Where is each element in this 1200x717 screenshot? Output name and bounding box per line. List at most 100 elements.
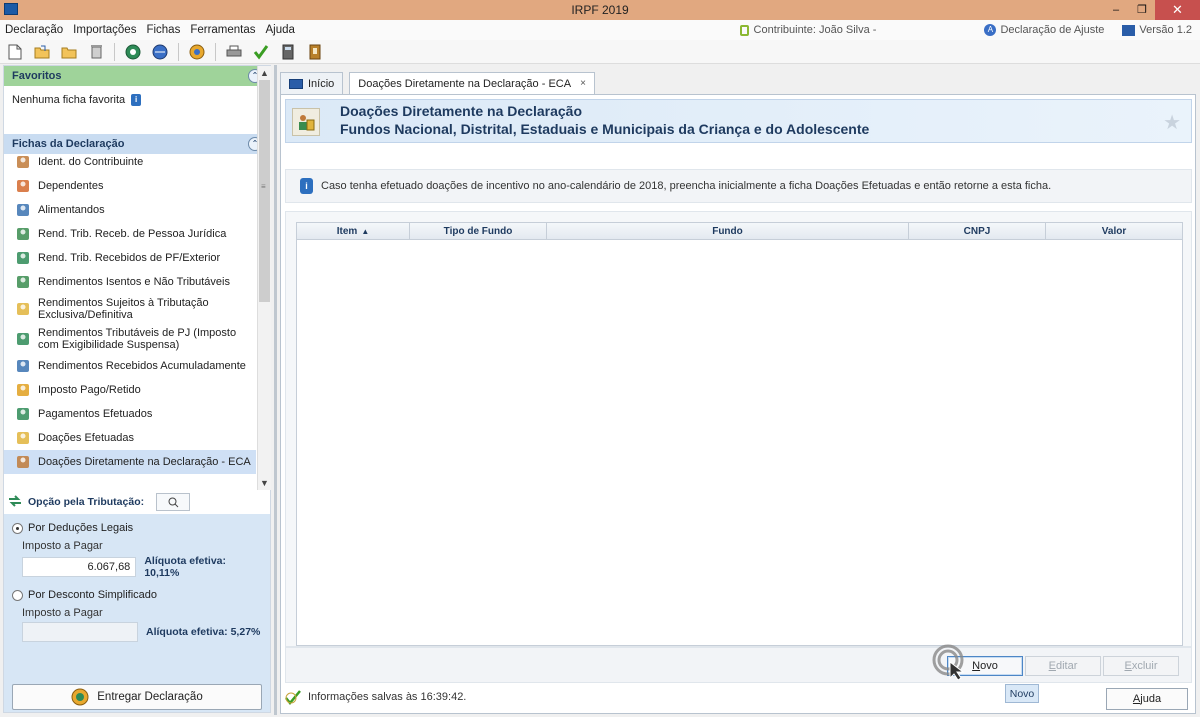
ficha-item[interactable]: Rendimentos Tributáveis de PJ (Imposto c… [4,324,256,354]
toolbar-separator [114,42,115,61]
deducoes-imposto-value: 6.067,68 [22,557,137,577]
eca-donation-icon [14,453,32,471]
ficha-item[interactable]: Rend. Trib. Recebidos de PF/Exterior [4,246,256,270]
favorite-star-icon[interactable]: ★ [1163,110,1181,135]
ficha-label: Alimentandos [38,204,105,216]
toolbar-separator [215,42,216,61]
scroll-up-icon[interactable]: ▲ [258,66,271,80]
window-title: IRPF 2019 [571,3,629,17]
scroll-thumb[interactable] [259,80,270,302]
action-buttons: Novo Editar Excluir [285,647,1192,683]
close-icon[interactable]: ✕ [1155,0,1200,20]
panel-splitter[interactable] [274,65,277,715]
favoritos-empty: Nenhuma ficha favorita [12,94,126,106]
globe-send-icon [71,688,89,706]
printer-icon[interactable] [225,43,243,61]
tab-close-icon[interactable]: × [580,78,586,89]
simplificado-imposto-label: Imposto a Pagar [22,607,103,619]
favoritos-header[interactable]: Favoritos ⌃ [4,66,270,86]
tab-strip: Início Doações Diretamente na Declaração… [280,72,601,94]
new-file-icon[interactable] [6,43,24,61]
minimize-icon[interactable]: – [1103,0,1129,20]
novo-label: Novo [972,660,998,672]
folder-icon[interactable] [60,43,78,61]
ficha-label: Rendimentos Tributáveis de PJ (Imposto c… [38,327,237,351]
tributacao-search-button[interactable] [156,493,191,511]
ficha-item[interactable]: Rendimentos Recebidos Acumuladamente [4,354,256,378]
tax-paid-icon [14,381,32,399]
sidebar-scrollbar[interactable]: ▲ ≡ ▼ [257,66,271,490]
declaracao-label: Declaração de Ajuste [1000,23,1105,36]
col-tipo-fundo[interactable]: Tipo de Fundo [410,223,547,239]
ficha-label: Rendimentos Sujeitos à Tributação Exclus… [38,297,209,321]
left-panel: Favoritos ⌃ Nenhuma ficha favorita i Fic… [3,65,271,713]
restore-icon[interactable]: ❐ [1129,0,1155,20]
info-text: Caso tenha efetuado doações de incentivo… [321,180,1052,192]
menu-ajuda[interactable]: Ajuda [261,24,300,36]
ficha-item[interactable]: Rendimentos Isentos e Não Tributáveis [4,270,256,294]
menu-importacoes[interactable]: Importações [68,24,141,36]
editar-button[interactable]: Editar [1025,656,1101,676]
col-fundo[interactable]: Fundo [547,223,909,239]
ficha-item[interactable]: Doações Efetuadas [4,426,256,450]
simplificado-radio[interactable] [12,589,23,601]
globe-search-icon[interactable] [188,43,206,61]
ficha-item[interactable]: Ident. do Contribuinte [4,150,256,174]
exempt-income-icon [14,273,32,291]
ficha-item[interactable]: Dependentes [4,174,256,198]
ficha-item[interactable]: Alimentandos [4,198,256,222]
tab-inicio[interactable]: Início [280,72,344,94]
page-subtitle: Fundos Nacional, Distrital, Estaduais e … [340,121,870,137]
scroll-grip-icon: ≡ [261,182,266,191]
eca-donation-icon [292,108,320,136]
editar-label: Editar [1048,660,1078,672]
excluir-button[interactable]: Excluir [1103,656,1179,676]
tributacao-panel: Por Deduções Legais Imposto a Pagar 6.06… [4,514,270,712]
simplificado-option[interactable]: Por Desconto Simplificado [12,589,262,601]
ficha-item[interactable]: Imposto Pago/Retido [4,378,256,402]
menu-fichas[interactable]: Fichas [141,24,185,36]
exclusive-tax-icon [14,300,32,318]
version-info: Versão 1.2 [1122,24,1192,36]
menu-ferramentas[interactable]: Ferramentas [185,24,260,36]
deducoes-option[interactable]: Por Deduções Legais [12,522,262,534]
donations-table[interactable]: Item ▲ Tipo de Fundo Fundo CNPJ Valor [296,222,1183,646]
deducoes-imposto-label: Imposto a Pagar [22,540,103,552]
ficha-item[interactable]: Rendimentos Sujeitos à Tributação Exclus… [4,294,256,324]
open-folder-icon[interactable] [33,43,51,61]
entregar-declaracao-button[interactable]: Entregar Declaração [12,684,262,710]
col-valor[interactable]: Valor [1046,223,1182,239]
toolbar [0,40,1200,64]
entregar-label: Entregar Declaração [97,691,203,703]
menu-declaracao[interactable]: Declaração [0,24,68,36]
dependents-icon [14,177,32,195]
ficha-item[interactable]: Pagamentos Efetuados [4,402,256,426]
globe-arrow-icon[interactable] [124,43,142,61]
col-cnpj[interactable]: CNPJ [909,223,1046,239]
ficha-item[interactable]: Rend. Trib. Receb. de Pessoa Jurídica [4,222,256,246]
deducoes-radio[interactable] [12,522,23,534]
ficha-label: Imposto Pago/Retido [38,384,141,396]
book-icon[interactable] [306,43,324,61]
versao-label: Versão 1.2 [1139,24,1192,36]
fichas-title: Fichas da Declaração [12,138,125,150]
novo-button[interactable]: Novo [947,656,1023,676]
declaracao-type: A Declaração de Ajuste [984,23,1105,37]
tab-doacoes-eca[interactable]: Doações Diretamente na Declaração - ECA … [349,72,595,94]
toolbar-separator [178,42,179,61]
ficha-item[interactable]: Doações Diretamente na Declaração - ECA [4,450,256,474]
ajuda-button[interactable]: Ajuda [1106,688,1188,710]
contribuinte-label: Contribuinte: João Silva - [753,24,877,36]
scroll-down-icon[interactable]: ▼ [258,476,271,490]
suspended-tax-icon [14,330,32,348]
trash-icon[interactable] [87,43,105,61]
globe-receive-icon[interactable] [151,43,169,61]
col-item[interactable]: Item ▲ [297,223,410,239]
info-icon[interactable]: i [131,94,142,106]
calculator-icon[interactable] [279,43,297,61]
col-item-label: Item [336,225,358,237]
tributacao-header: Opção pela Tributação: [4,490,270,514]
ficha-label: Dependentes [38,180,104,192]
check-icon[interactable] [252,43,270,61]
contribuinte-info: Contribuinte: João Silva - [739,24,967,36]
